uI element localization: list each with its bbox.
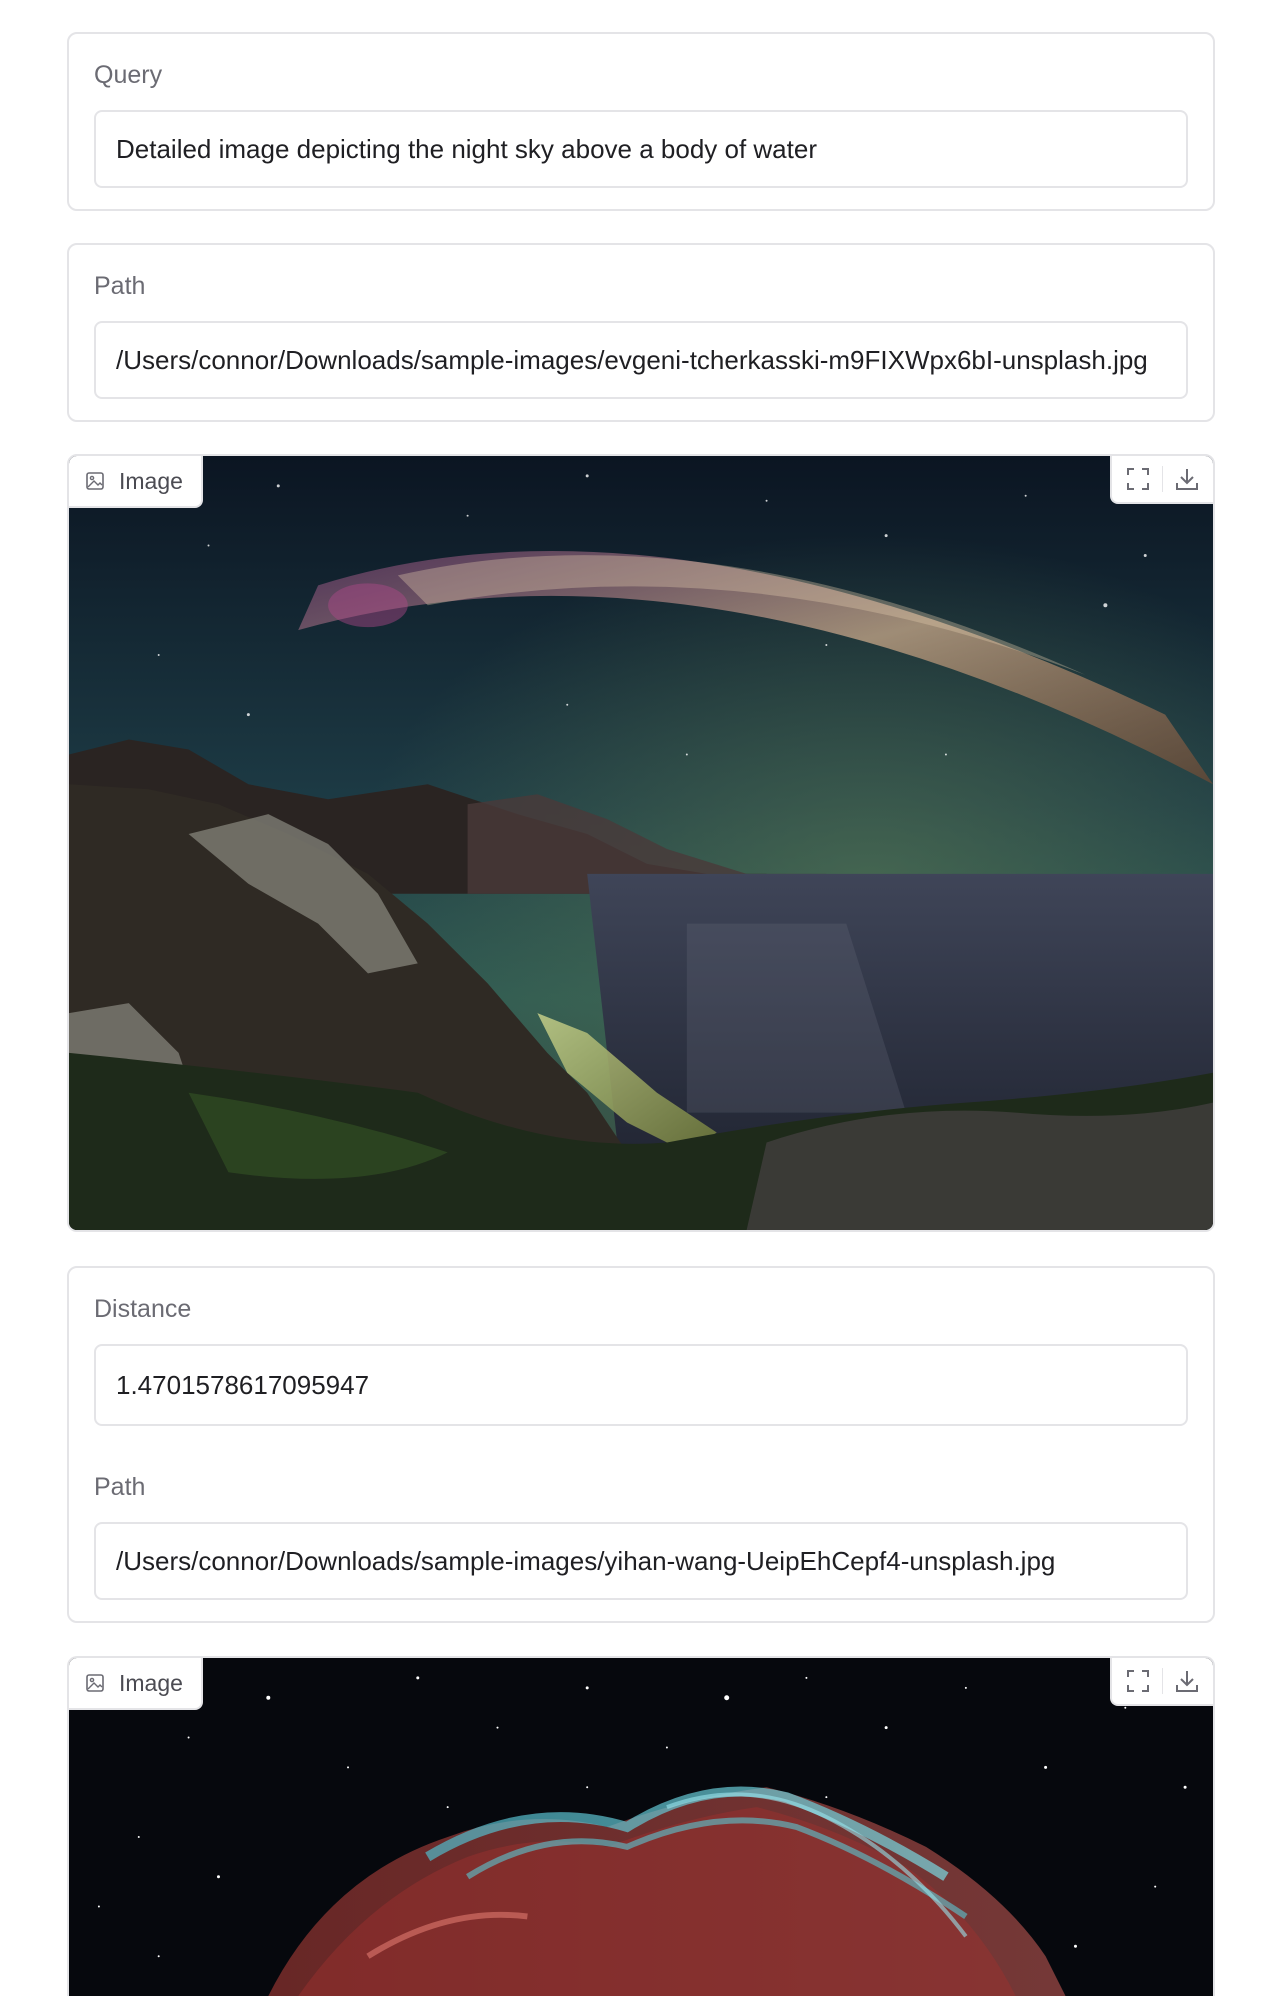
image-label-2: Image <box>69 1658 203 1710</box>
fullscreen-button-2[interactable] <box>1120 1663 1156 1699</box>
path-label-2: Path <box>94 1473 146 1501</box>
toolbar-divider-2 <box>1162 1668 1163 1694</box>
download-icon <box>1176 469 1198 490</box>
image-block-1: Image <box>67 454 1215 1232</box>
night-sky-photo <box>69 456 1213 1230</box>
download-icon <box>1176 1671 1198 1692</box>
toolbar-divider-1 <box>1162 466 1163 492</box>
image-icon <box>86 1674 104 1692</box>
nebula-photo <box>69 1658 1213 1996</box>
download-button-2[interactable] <box>1169 1663 1205 1699</box>
path-field-1[interactable]: /Users/connor/Downloads/sample-images/ev… <box>94 321 1188 399</box>
distance-label: Distance <box>94 1295 192 1323</box>
result-block-2: Distance 1.4701578617095947 Path /Users/… <box>67 1266 1215 1623</box>
fullscreen-icon <box>1127 1670 1149 1692</box>
fullscreen-icon <box>1127 468 1149 490</box>
path-label-1: Path <box>94 272 146 300</box>
distance-field[interactable]: 1.4701578617095947 <box>94 1344 1188 1426</box>
image-label-1: Image <box>69 456 203 508</box>
image-block-2: Image <box>67 1656 1215 1996</box>
query-input[interactable]: Detailed image depicting the night sky a… <box>94 110 1188 188</box>
image-label-text-2: Image <box>119 1669 183 1696</box>
query-label: Query <box>94 61 163 89</box>
fullscreen-button-1[interactable] <box>1120 461 1156 497</box>
image-label-text-1: Image <box>119 467 183 494</box>
image-toolbar-1 <box>1110 456 1213 504</box>
image-icon <box>86 472 104 490</box>
path-field-2[interactable]: /Users/connor/Downloads/sample-images/yi… <box>94 1522 1188 1600</box>
download-button-1[interactable] <box>1169 461 1205 497</box>
results-page: Query Detailed image depicting the night… <box>0 0 1284 1996</box>
path-block-1: Path /Users/connor/Downloads/sample-imag… <box>67 243 1215 422</box>
query-block: Query Detailed image depicting the night… <box>67 32 1215 211</box>
image-toolbar-2 <box>1110 1658 1213 1706</box>
